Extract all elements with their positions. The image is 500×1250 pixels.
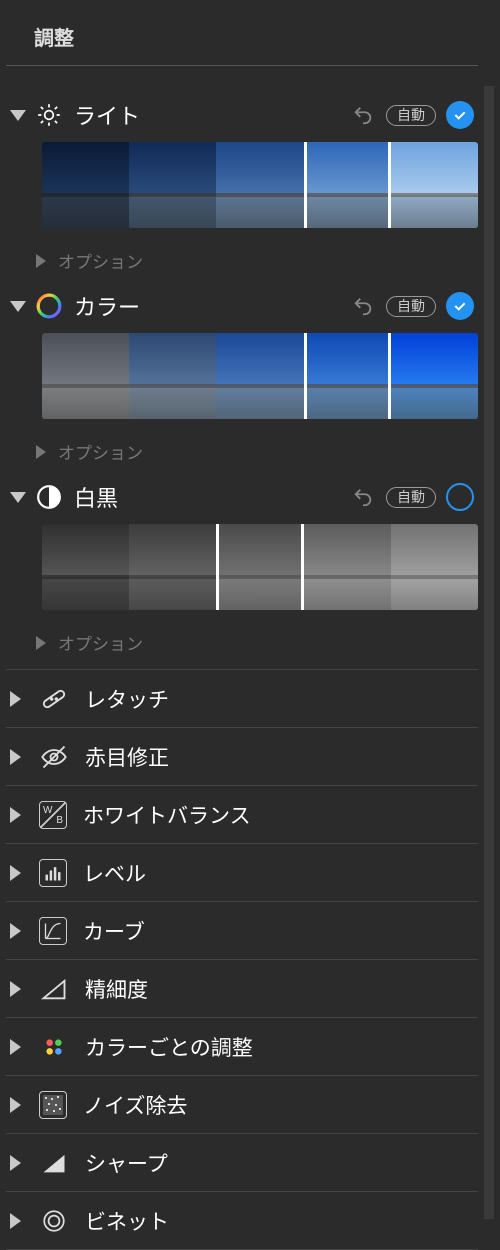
undo-icon[interactable]	[350, 484, 376, 510]
chevron-right-icon	[10, 807, 21, 823]
item-label: カラーごとの調整	[85, 1032, 253, 1062]
levels-icon	[39, 859, 67, 887]
adjust-item-triangle-solid[interactable]: シャープ	[6, 1134, 478, 1192]
chevron-right-icon	[10, 1097, 21, 1113]
panel-bw-header[interactable]: 白黒 自動	[6, 478, 478, 516]
light-strip[interactable]	[42, 142, 478, 228]
adjust-item-triangle-outline[interactable]: 精細度	[6, 960, 478, 1018]
adjust-item-noise[interactable]: ノイズ除去	[6, 1076, 478, 1134]
panel-color: カラー 自動 オプション	[6, 287, 478, 478]
options-label: オプション	[58, 248, 143, 273]
item-label: シャープ	[85, 1148, 168, 1178]
panel-color-title: カラー	[74, 290, 140, 322]
adjust-item-wb[interactable]: WB ホワイトバランス	[6, 786, 478, 844]
panel-bw-title: 白黒	[74, 481, 118, 513]
item-label: ビネット	[85, 1206, 169, 1236]
chevron-down-icon	[10, 301, 26, 312]
palette-icon	[39, 1032, 69, 1062]
header-title: 調整	[34, 28, 74, 50]
adjust-item-eye-off[interactable]: 赤目修正	[6, 728, 478, 786]
bw-options[interactable]: オプション	[6, 620, 478, 670]
chevron-right-icon	[10, 1155, 21, 1171]
chevron-right-icon	[10, 691, 21, 707]
auto-button[interactable]: 自動	[386, 487, 436, 508]
adjust-item-curves[interactable]: カーブ	[6, 902, 478, 960]
chevron-right-icon	[10, 1213, 21, 1229]
panel-light-header[interactable]: ライト 自動	[6, 96, 478, 134]
triangle-outline-icon	[39, 974, 69, 1004]
item-label: ノイズ除去	[83, 1090, 187, 1120]
panel-light: ライト 自動 オプション	[6, 96, 478, 287]
chevron-right-icon	[10, 923, 21, 939]
panel-header: 調整	[6, 0, 478, 66]
vignette-icon	[39, 1206, 69, 1236]
panel-light-title: ライト	[74, 99, 140, 131]
auto-button[interactable]: 自動	[386, 105, 436, 126]
enabled-toggle[interactable]	[446, 101, 474, 129]
triangle-solid-icon	[39, 1148, 69, 1178]
wb-icon: WB	[39, 801, 67, 829]
undo-icon[interactable]	[350, 293, 376, 319]
chevron-right-icon	[10, 865, 21, 881]
item-label: カーブ	[83, 916, 145, 946]
enabled-toggle[interactable]	[446, 483, 474, 511]
adjust-item-vignette[interactable]: ビネット	[6, 1192, 478, 1250]
eye-off-icon	[39, 742, 69, 772]
color-strip[interactable]	[42, 333, 478, 419]
auto-button[interactable]: 自動	[386, 296, 436, 317]
options-label: オプション	[58, 630, 143, 655]
panel-color-header[interactable]: カラー 自動	[6, 287, 478, 325]
adjust-item-levels[interactable]: レベル	[6, 844, 478, 902]
chevron-right-icon	[36, 445, 46, 459]
item-label: レタッチ	[85, 684, 169, 714]
adjust-item-palette[interactable]: カラーごとの調整	[6, 1018, 478, 1076]
item-label: 精細度	[85, 974, 148, 1004]
item-label: レベル	[83, 858, 146, 888]
chevron-right-icon	[10, 1039, 21, 1055]
panel-bw: 白黒 自動 オプション	[6, 478, 478, 670]
light-options[interactable]: オプション	[6, 238, 478, 287]
options-label: オプション	[58, 439, 143, 464]
undo-icon[interactable]	[350, 102, 376, 128]
enabled-toggle[interactable]	[446, 292, 474, 320]
color-options[interactable]: オプション	[6, 429, 478, 478]
chevron-right-icon	[36, 636, 46, 650]
bw-strip[interactable]	[42, 524, 478, 610]
bandage-icon	[39, 684, 69, 714]
item-label: ホワイトバランス	[83, 800, 251, 830]
scrollbar-track[interactable]	[484, 86, 494, 1219]
chevron-right-icon	[36, 254, 46, 268]
chevron-right-icon	[10, 749, 21, 765]
curves-icon	[39, 917, 67, 945]
color-icon	[36, 293, 62, 319]
item-label: 赤目修正	[85, 742, 169, 772]
bw-icon	[36, 484, 62, 510]
noise-icon	[39, 1091, 67, 1119]
chevron-right-icon	[10, 981, 21, 997]
chevron-down-icon	[10, 492, 26, 503]
adjust-item-bandage[interactable]: レタッチ	[6, 670, 478, 728]
chevron-down-icon	[10, 110, 26, 121]
light-icon	[36, 102, 62, 128]
